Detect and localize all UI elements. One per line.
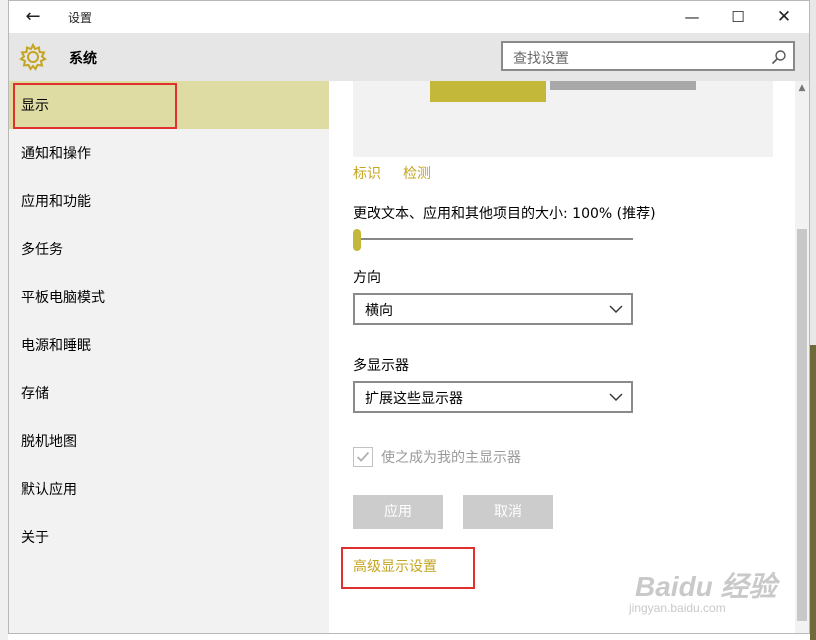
scale-slider-thumb[interactable] (353, 229, 361, 251)
search-placeholder: 查找设置 (513, 51, 569, 67)
title-bar: ← 设置 — ☐ ✕ (9, 1, 809, 33)
desktop-background-right (810, 0, 816, 640)
sidebar-item-label: 脱机地图 (21, 434, 77, 450)
sidebar-item-apps[interactable]: 应用和功能 (9, 177, 329, 225)
sidebar-item-label: 平板电脑模式 (21, 290, 105, 306)
scrollbar[interactable]: ▲ (795, 81, 809, 633)
sidebar-nav: 显示 通知和操作 应用和功能 多任务 平板电脑模式 电源和睡眠 存储 脱机地图 … (9, 81, 329, 633)
primary-display-label: 使之成为我的主显示器 (381, 450, 521, 466)
monitor-1[interactable] (430, 81, 546, 102)
annotation-highlight-box (13, 83, 177, 129)
settings-window: ← 设置 — ☐ ✕ 系统 查找设置 显示 通知和操作 应用和功能 多任务 平板… (8, 0, 810, 634)
sidebar-item-notifications[interactable]: 通知和操作 (9, 129, 329, 177)
sidebar-item-label: 默认应用 (21, 482, 77, 498)
checkmark-icon (356, 451, 370, 462)
annotation-highlight-box (341, 547, 475, 589)
close-button[interactable]: ✕ (761, 5, 807, 29)
orientation-value: 横向 (365, 303, 393, 319)
orientation-label: 方向 (353, 270, 381, 286)
desktop-background-left (0, 0, 8, 640)
sidebar-item-storage[interactable]: 存储 (9, 369, 329, 417)
cancel-button[interactable]: 取消 (463, 495, 553, 529)
multi-display-value: 扩展这些显示器 (365, 391, 463, 407)
scale-label: 更改文本、应用和其他项目的大小: 100% (推荐) (353, 206, 656, 222)
sidebar-item-power-sleep[interactable]: 电源和睡眠 (9, 321, 329, 369)
search-input[interactable]: 查找设置 (501, 41, 795, 71)
gear-icon (19, 43, 47, 71)
sidebar-item-label: 电源和睡眠 (21, 338, 91, 354)
monitor-preview (353, 81, 773, 157)
window-title: 设置 (68, 11, 93, 25)
watermark: Baidu 经验 jingyan.baidu.com (629, 561, 789, 631)
maximize-button[interactable]: ☐ (715, 5, 761, 29)
sidebar-item-label: 应用和功能 (21, 194, 91, 210)
orientation-dropdown[interactable]: 横向 (353, 293, 633, 325)
sidebar-item-label: 存储 (21, 386, 49, 402)
display-settings-panel: 标识 检测 更改文本、应用和其他项目的大小: 100% (推荐) 方向 横向 多… (329, 81, 809, 633)
sidebar-item-offline-maps[interactable]: 脱机地图 (9, 417, 329, 465)
scale-slider-track[interactable] (357, 238, 633, 240)
page-header: 系统 查找设置 (9, 33, 809, 81)
sidebar-item-multitasking[interactable]: 多任务 (9, 225, 329, 273)
watermark-url: jingyan.baidu.com (629, 601, 726, 615)
desktop-wallpaper (810, 345, 816, 640)
scrollbar-thumb[interactable] (797, 229, 807, 621)
multi-display-label: 多显示器 (353, 358, 409, 374)
page-title: 系统 (69, 51, 97, 67)
apply-button[interactable]: 应用 (353, 495, 443, 529)
watermark-logo-text: Baidu 经验 (635, 571, 777, 602)
chevron-down-icon (609, 393, 623, 401)
monitor-2[interactable] (550, 81, 696, 90)
sidebar-item-label: 多任务 (21, 242, 63, 258)
search-icon[interactable] (771, 49, 787, 65)
detect-link[interactable]: 检测 (403, 163, 431, 183)
sidebar-item-label: 通知和操作 (21, 146, 91, 162)
minimize-button[interactable]: — (669, 5, 715, 29)
multi-display-dropdown[interactable]: 扩展这些显示器 (353, 381, 633, 413)
scroll-up-arrow-icon[interactable]: ▲ (795, 81, 809, 95)
sidebar-item-about[interactable]: 关于 (9, 513, 329, 561)
sidebar-item-default-apps[interactable]: 默认应用 (9, 465, 329, 513)
identify-link[interactable]: 标识 (353, 163, 381, 183)
chevron-down-icon (609, 305, 623, 313)
sidebar-item-tablet-mode[interactable]: 平板电脑模式 (9, 273, 329, 321)
sidebar-item-label: 关于 (21, 530, 49, 546)
primary-display-checkbox[interactable] (353, 447, 373, 467)
back-arrow-icon[interactable]: ← (21, 5, 45, 29)
